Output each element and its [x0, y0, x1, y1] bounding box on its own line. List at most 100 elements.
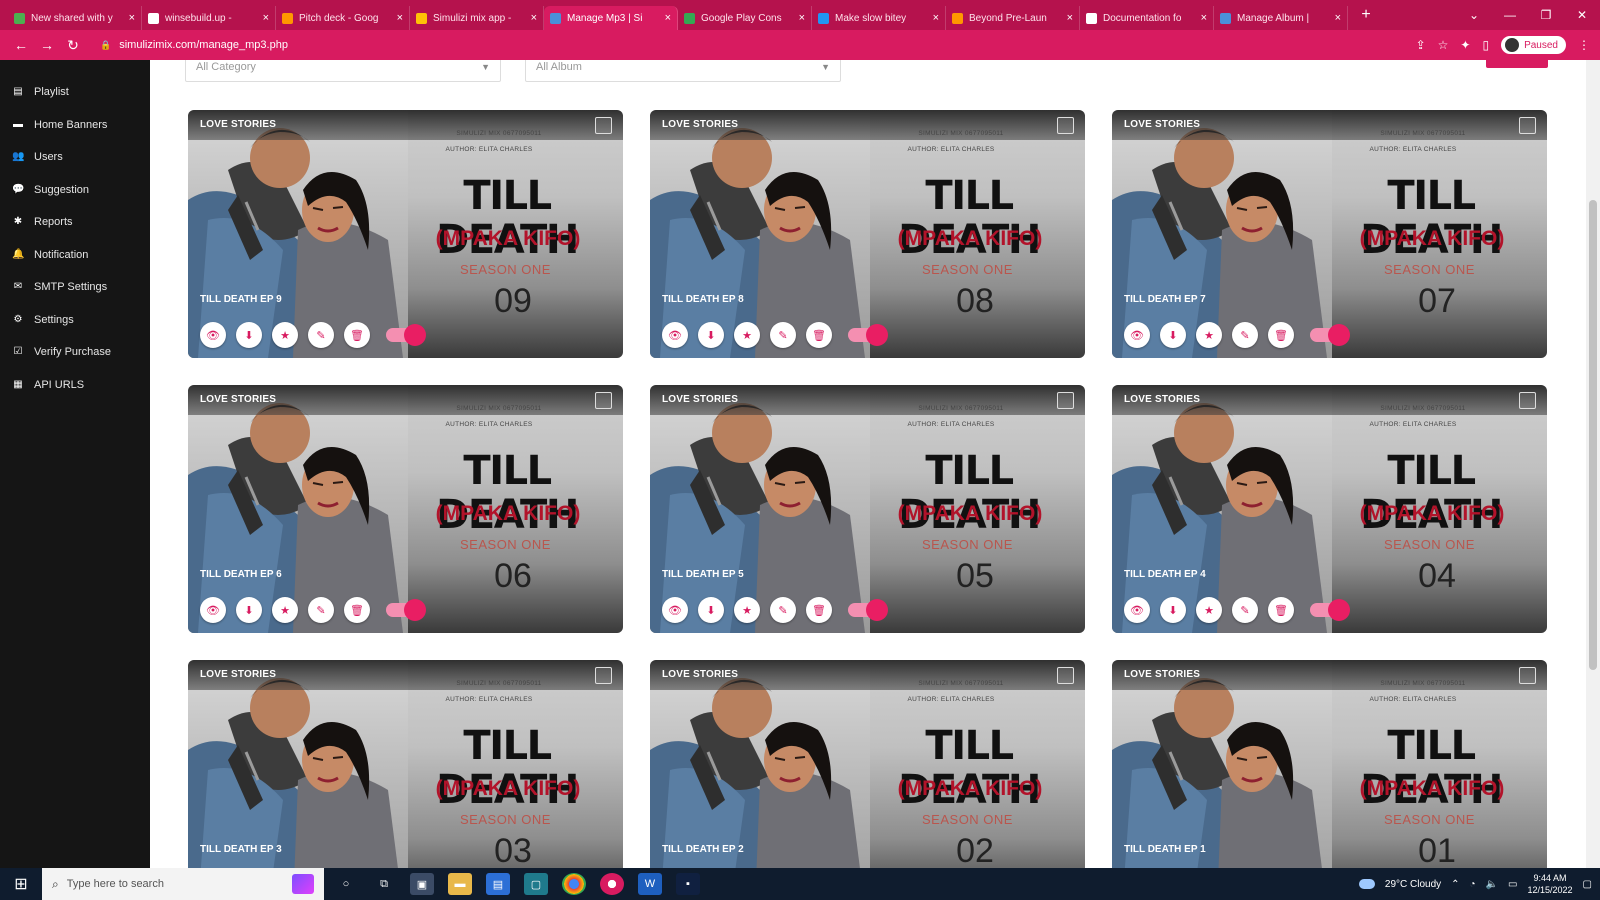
- sidebar-item-api-urls[interactable]: ▦ API URLS: [0, 369, 150, 402]
- minimize-button[interactable]: —: [1492, 8, 1528, 22]
- sidebar-item-settings[interactable]: ⚙ Settings: [0, 304, 150, 337]
- status-toggle[interactable]: [386, 599, 426, 621]
- view-icon[interactable]: 👁: [200, 597, 226, 623]
- store-icon[interactable]: ▤: [486, 873, 510, 895]
- view-icon[interactable]: 👁: [662, 322, 688, 348]
- extension-icon[interactable]: ✦: [1460, 38, 1470, 52]
- tab-search-icon[interactable]: ⌄: [1456, 8, 1492, 22]
- photoshop-icon[interactable]: ▪: [676, 873, 700, 895]
- file-explorer-icon[interactable]: ▬: [448, 873, 472, 895]
- delete-icon[interactable]: 🗑: [1268, 322, 1294, 348]
- episode-card[interactable]: LOVE STORIES SIMULIZI MIX 0677095011 AUTHO…: [650, 110, 1085, 358]
- share-icon[interactable]: ⇪: [1416, 38, 1426, 52]
- browser-tab[interactable]: Manage Album | ×: [1214, 6, 1348, 30]
- delete-icon[interactable]: 🗑: [344, 322, 370, 348]
- download-icon[interactable]: ⬇: [1160, 597, 1186, 623]
- view-icon[interactable]: 👁: [1124, 322, 1150, 348]
- browser-tab[interactable]: winsebuild.up - ×: [142, 6, 276, 30]
- star-icon[interactable]: ★: [272, 322, 298, 348]
- delete-icon[interactable]: 🗑: [806, 597, 832, 623]
- sidebar-item-reports[interactable]: ✱ Reports: [0, 206, 150, 239]
- close-tab-icon[interactable]: ×: [263, 12, 269, 24]
- download-icon[interactable]: ⬇: [698, 322, 724, 348]
- close-tab-icon[interactable]: ×: [1067, 12, 1073, 24]
- view-icon[interactable]: 👁: [662, 597, 688, 623]
- browser-tab[interactable]: Google Play Cons ×: [678, 6, 812, 30]
- reload-icon[interactable]: ↻: [60, 37, 86, 54]
- status-toggle[interactable]: [386, 324, 426, 346]
- star-icon[interactable]: ★: [1196, 597, 1222, 623]
- download-icon[interactable]: ⬇: [236, 322, 262, 348]
- browser-tab[interactable]: New shared with y ×: [8, 6, 142, 30]
- close-window-button[interactable]: ✕: [1564, 8, 1600, 22]
- cortana-icon[interactable]: ○: [334, 873, 358, 895]
- star-icon[interactable]: ★: [734, 322, 760, 348]
- edit-icon[interactable]: ✎: [308, 322, 334, 348]
- scrollbar-thumb[interactable]: [1589, 200, 1597, 670]
- taskbar-search-field[interactable]: ⌕ Type here to search: [42, 868, 324, 900]
- browser-tab[interactable]: Pitch deck - Goog ×: [276, 6, 410, 30]
- network-icon[interactable]: ◔: [1470, 879, 1476, 890]
- browser-tab[interactable]: Simulizi mix app - ×: [410, 6, 544, 30]
- sidebar-item-playlist[interactable]: ▤ Playlist: [0, 76, 150, 109]
- chrome-icon[interactable]: [562, 873, 586, 895]
- tray-chevron-icon[interactable]: ⌃: [1451, 879, 1459, 890]
- volume-icon[interactable]: 🔈: [1486, 879, 1498, 890]
- category-filter-select[interactable]: All Category ▼: [185, 60, 501, 82]
- edit-icon[interactable]: ✎: [1232, 322, 1258, 348]
- status-toggle[interactable]: [1310, 324, 1350, 346]
- close-tab-icon[interactable]: ×: [397, 12, 403, 24]
- episode-card[interactable]: LOVE STORIES SIMULIZI MIX 0677095011 AUTHO…: [1112, 385, 1547, 633]
- sidebar-item-home-banners[interactable]: ▬ Home Banners: [0, 109, 150, 142]
- star-icon[interactable]: ★: [734, 597, 760, 623]
- delete-icon[interactable]: 🗑: [344, 597, 370, 623]
- episode-card[interactable]: LOVE STORIES SIMULIZI MIX 0677095011 AUTHO…: [650, 660, 1085, 868]
- status-toggle[interactable]: [1310, 599, 1350, 621]
- delete-icon[interactable]: 🗑: [806, 322, 832, 348]
- select-checkbox[interactable]: [1057, 667, 1074, 684]
- new-tab-button[interactable]: +: [1356, 6, 1376, 24]
- download-icon[interactable]: ⬇: [236, 597, 262, 623]
- select-checkbox[interactable]: [595, 392, 612, 409]
- status-toggle[interactable]: [848, 324, 888, 346]
- sidebar-item-verify-purchase[interactable]: ☑ Verify Purchase: [0, 336, 150, 369]
- edit-icon[interactable]: ✎: [770, 322, 796, 348]
- browser-tab[interactable]: Beyond Pre-Laun ×: [946, 6, 1080, 30]
- app-icon[interactable]: ▣: [410, 873, 434, 895]
- task-view-icon[interactable]: ⧉: [372, 873, 396, 895]
- terminal-icon[interactable]: ▢: [524, 873, 548, 895]
- close-tab-icon[interactable]: ×: [665, 12, 671, 24]
- edit-icon[interactable]: ✎: [308, 597, 334, 623]
- select-checkbox[interactable]: [595, 117, 612, 134]
- forward-icon[interactable]: →: [34, 37, 60, 53]
- close-tab-icon[interactable]: ×: [129, 12, 135, 24]
- episode-card[interactable]: LOVE STORIES SIMULIZI MIX 0677095011 AUTHO…: [188, 385, 623, 633]
- chrome-profile-icon[interactable]: [600, 873, 624, 895]
- windows-start-icon[interactable]: ⊞: [0, 868, 42, 900]
- status-toggle[interactable]: [848, 599, 888, 621]
- episode-card[interactable]: LOVE STORIES SIMULIZI MIX 0677095011 AUTHO…: [188, 660, 623, 868]
- close-tab-icon[interactable]: ×: [1335, 12, 1341, 24]
- select-checkbox[interactable]: [1519, 117, 1536, 134]
- keyboard-icon[interactable]: ▭: [1508, 879, 1517, 890]
- close-tab-icon[interactable]: ×: [933, 12, 939, 24]
- episode-card[interactable]: LOVE STORIES SIMULIZI MIX 0677095011 AUTHO…: [188, 110, 623, 358]
- word-icon[interactable]: W: [638, 873, 662, 895]
- edit-icon[interactable]: ✎: [1232, 597, 1258, 623]
- star-icon[interactable]: ★: [1196, 322, 1222, 348]
- sidebar-item-smtp-settings[interactable]: ✉ SMTP Settings: [0, 271, 150, 304]
- menu-dots-icon[interactable]: ⋮: [1578, 38, 1590, 52]
- view-icon[interactable]: 👁: [1124, 597, 1150, 623]
- close-tab-icon[interactable]: ×: [1201, 12, 1207, 24]
- browser-tab[interactable]: Make slow bitey ×: [812, 6, 946, 30]
- episode-card[interactable]: LOVE STORIES SIMULIZI MIX 0677095011 AUTHO…: [1112, 660, 1547, 868]
- profile-button[interactable]: Paused: [1501, 36, 1566, 54]
- notification-center-icon[interactable]: ▢: [1583, 879, 1592, 890]
- sidebar-item-users[interactable]: 👥 Users: [0, 141, 150, 174]
- episode-card[interactable]: LOVE STORIES SIMULIZI MIX 0677095011 AUTHO…: [1112, 110, 1547, 358]
- back-icon[interactable]: ←: [8, 37, 34, 53]
- select-checkbox[interactable]: [1519, 667, 1536, 684]
- restore-button[interactable]: ❐: [1528, 8, 1564, 22]
- delete-icon[interactable]: 🗑: [1268, 597, 1294, 623]
- close-tab-icon[interactable]: ×: [799, 12, 805, 24]
